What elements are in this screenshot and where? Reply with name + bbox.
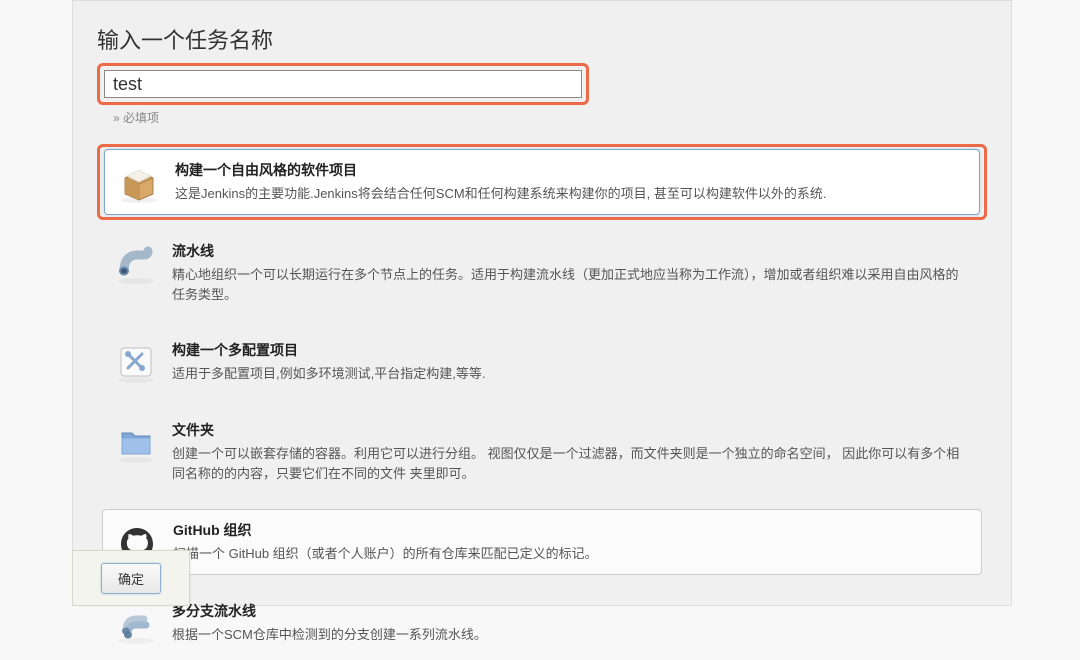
job-type-list: 构建一个自由风格的软件项目 这是Jenkins的主要功能.Jenkins将会结合… (97, 144, 987, 660)
option-desc: 适用于多配置项目,例如多环境测试,平台指定构建,等等. (172, 364, 970, 384)
item-name-input[interactable] (104, 70, 582, 98)
item-name-highlight (97, 63, 589, 105)
option-highlight-freestyle: 构建一个自由风格的软件项目 这是Jenkins的主要功能.Jenkins将会结合… (97, 144, 987, 220)
option-github-org[interactable]: GitHub 组织 扫描一个 GitHub 组织（或者个人账户）的所有仓库来匹配… (102, 509, 982, 575)
option-desc: 精心地组织一个可以长期运行在多个节点上的任务。适用于构建流水线（更加正式地应当称… (172, 265, 970, 304)
pipe-icon (114, 241, 158, 285)
required-note: » 必填项 (113, 109, 987, 126)
option-freestyle[interactable]: 构建一个自由风格的软件项目 这是Jenkins的主要功能.Jenkins将会结合… (104, 149, 980, 215)
option-desc: 根据一个SCM仓库中检测到的分支创建一系列流水线。 (172, 625, 970, 645)
option-title: 多分支流水线 (172, 601, 970, 621)
option-title: 流水线 (172, 241, 970, 261)
option-title: 文件夹 (172, 420, 970, 440)
option-desc: 创建一个可以嵌套存储的容器。利用它可以进行分组。 视图仅仅是一个过滤器，而文件夹… (172, 444, 970, 483)
option-multibranch[interactable]: 多分支流水线 根据一个SCM仓库中检测到的分支创建一系列流水线。 (102, 591, 982, 655)
option-title: GitHub 组织 (173, 520, 969, 540)
footer-bar: 确定 (72, 550, 190, 606)
option-text: GitHub 组织 扫描一个 GitHub 组织（或者个人账户）的所有仓库来匹配… (173, 520, 969, 564)
option-pipeline[interactable]: 流水线 精心地组织一个可以长期运行在多个节点上的任务。适用于构建流水线（更加正式… (102, 231, 982, 314)
tools-icon (114, 340, 158, 384)
option-wrap: 流水线 精心地组织一个可以长期运行在多个节点上的任务。适用于构建流水线（更加正式… (97, 226, 987, 319)
option-text: 多分支流水线 根据一个SCM仓库中检测到的分支创建一系列流水线。 (172, 601, 970, 645)
option-desc: 这是Jenkins的主要功能.Jenkins将会结合任何SCM和任何构建系统来构… (175, 184, 967, 204)
option-wrap: 文件夹 创建一个可以嵌套存储的容器。利用它可以进行分组。 视图仅仅是一个过滤器，… (97, 405, 987, 498)
main-panel: 输入一个任务名称 » 必填项 构建一个自由风格的软件项 (72, 0, 1012, 606)
package-box-icon (117, 160, 161, 204)
option-text: 构建一个自由风格的软件项目 这是Jenkins的主要功能.Jenkins将会结合… (175, 160, 967, 204)
option-multiconfig[interactable]: 构建一个多配置项目 适用于多配置项目,例如多环境测试,平台指定构建,等等. (102, 330, 982, 394)
option-text: 构建一个多配置项目 适用于多配置项目,例如多环境测试,平台指定构建,等等. (172, 340, 970, 384)
option-wrap: GitHub 组织 扫描一个 GitHub 组织（或者个人账户）的所有仓库来匹配… (97, 504, 987, 580)
page-title: 输入一个任务名称 (97, 23, 987, 55)
multi-pipe-icon (114, 601, 158, 645)
option-wrap: 构建一个多配置项目 适用于多配置项目,例如多环境测试,平台指定构建,等等. (97, 325, 987, 399)
ok-button[interactable]: 确定 (101, 563, 161, 594)
option-wrap: 多分支流水线 根据一个SCM仓库中检测到的分支创建一系列流水线。 (97, 586, 987, 660)
option-folder[interactable]: 文件夹 创建一个可以嵌套存储的容器。利用它可以进行分组。 视图仅仅是一个过滤器，… (102, 410, 982, 493)
option-text: 流水线 精心地组织一个可以长期运行在多个节点上的任务。适用于构建流水线（更加正式… (172, 241, 970, 304)
option-text: 文件夹 创建一个可以嵌套存储的容器。利用它可以进行分组。 视图仅仅是一个过滤器，… (172, 420, 970, 483)
folder-icon (114, 420, 158, 464)
option-title: 构建一个多配置项目 (172, 340, 970, 360)
option-desc: 扫描一个 GitHub 组织（或者个人账户）的所有仓库来匹配已定义的标记。 (173, 544, 969, 564)
option-title: 构建一个自由风格的软件项目 (175, 160, 967, 180)
